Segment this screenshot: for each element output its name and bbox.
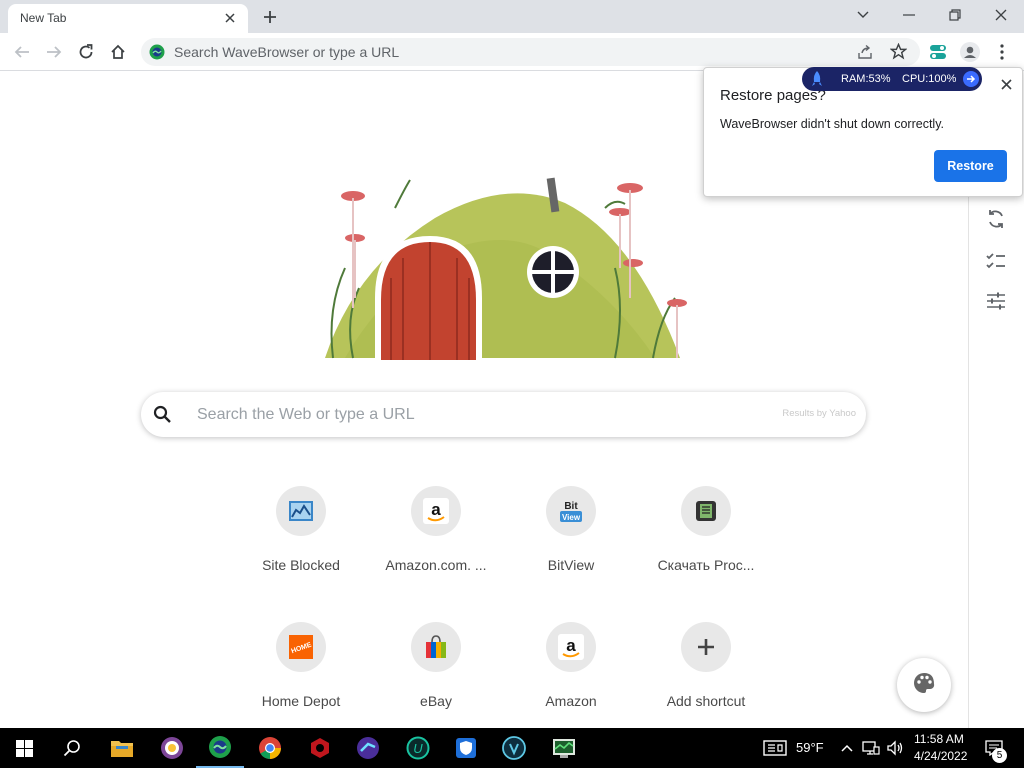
file-explorer-icon[interactable] <box>98 728 146 768</box>
omnibox-placeholder: Search WaveBrowser or type a URL <box>174 44 400 60</box>
tor-browser-icon[interactable] <box>148 728 196 768</box>
process-icon <box>681 486 731 536</box>
profile-avatar[interactable] <box>955 37 985 67</box>
minimize-button[interactable] <box>886 0 932 30</box>
windows-taskbar: U 59°F 11:58 AM 4/24/2022 5 <box>0 728 1024 768</box>
svg-text:View: View <box>562 513 581 522</box>
cpu-usage: CPU:100% <box>902 73 957 85</box>
vpn-shield-icon[interactable] <box>490 728 538 768</box>
tab-strip: New Tab <box>0 0 1024 33</box>
notification-count-badge: 5 <box>992 748 1007 763</box>
search-icon[interactable] <box>153 405 172 429</box>
clock-time[interactable]: 11:58 AM <box>914 732 964 746</box>
amazon-icon: a <box>411 486 461 536</box>
teal-u-app-icon[interactable]: U <box>394 728 442 768</box>
sliders-icon[interactable] <box>985 290 1007 317</box>
red-app-icon[interactable] <box>296 728 344 768</box>
shield-icon[interactable] <box>442 728 490 768</box>
home-depot-icon: HOME <box>276 622 326 672</box>
bookmark-star-icon[interactable] <box>889 42 908 65</box>
chrome-icon[interactable] <box>246 728 294 768</box>
svg-text:U: U <box>413 741 423 756</box>
customize-palette-button[interactable] <box>897 658 951 712</box>
svg-text:a: a <box>566 636 576 655</box>
amazon-icon: a <box>546 622 596 672</box>
dialog-close-icon[interactable] <box>996 74 1016 94</box>
ram-usage: RAM:53% <box>841 73 891 85</box>
shortcut-bitview[interactable]: Bit View BitView <box>511 486 631 596</box>
new-tab-button[interactable] <box>258 5 282 29</box>
wavebrowser-logo-icon <box>149 44 165 65</box>
start-windows-icon[interactable] <box>0 728 48 768</box>
menu-kebab-icon[interactable] <box>987 37 1017 67</box>
dialog-message: WaveBrowser didn't shut down correctly. <box>720 117 944 131</box>
omnibox[interactable]: Search WaveBrowser or type a URL <box>141 38 920 66</box>
back-button[interactable] <box>7 37 37 67</box>
tab-title: New Tab <box>20 11 67 25</box>
wavebrowser-taskbar-icon[interactable] <box>196 728 244 768</box>
sync-icon[interactable] <box>985 208 1007 235</box>
home-button[interactable] <box>103 37 133 67</box>
add-shortcut-button[interactable]: Add shortcut <box>646 622 766 732</box>
reload-button[interactable] <box>71 37 101 67</box>
rocket-icon <box>810 70 824 91</box>
task-manager-icon[interactable] <box>540 728 588 768</box>
share-icon[interactable] <box>857 44 873 65</box>
checklist-icon[interactable] <box>985 250 1007 277</box>
notification-icon[interactable] <box>980 728 1008 768</box>
tab-new-tab[interactable]: New Tab <box>8 4 248 33</box>
shortcut-amazon-com[interactable]: a Amazon.com. ... <box>376 486 496 596</box>
shortcut-amazon[interactable]: a Amazon <box>511 622 631 732</box>
browser-toolbar: Search WaveBrowser or type a URL <box>0 33 1024 71</box>
site-blocked-icon <box>276 486 326 536</box>
ebay-icon <box>411 622 461 672</box>
shortcut-ebay[interactable]: eBay <box>376 622 496 732</box>
plus-icon <box>681 622 731 672</box>
weather-icon[interactable] <box>758 728 792 768</box>
clock-date[interactable]: 4/24/2022 <box>914 749 967 763</box>
restore-window-button[interactable] <box>932 0 978 30</box>
bitview-icon: Bit View <box>546 486 596 536</box>
taskbar-search-icon[interactable] <box>48 728 96 768</box>
svg-text:Bit: Bit <box>564 501 578 512</box>
weather-temperature: 59°F <box>796 740 824 755</box>
arrow-right-icon[interactable] <box>963 71 979 87</box>
svg-text:a: a <box>431 500 441 519</box>
network-icon[interactable] <box>860 728 882 768</box>
hobbit-house-illustration <box>315 148 695 363</box>
shortcut-home-depot[interactable]: HOME Home Depot <box>241 622 361 732</box>
purple-app-icon[interactable] <box>344 728 392 768</box>
tab-close-icon[interactable] <box>220 8 240 28</box>
resource-monitor-pill[interactable]: RAM:53% CPU:100% <box>802 67 982 91</box>
tab-search-button[interactable] <box>840 0 886 30</box>
search-input[interactable] <box>197 392 757 437</box>
chevron-up-icon[interactable] <box>838 728 856 768</box>
web-search-box: Results by Yahoo <box>141 392 866 437</box>
extension-toggle-icon[interactable] <box>923 37 953 67</box>
search-provider-note: Results by Yahoo <box>782 408 856 419</box>
restore-button[interactable]: Restore <box>934 150 1007 182</box>
volume-icon[interactable] <box>884 728 906 768</box>
forward-button[interactable] <box>39 37 69 67</box>
palette-icon <box>913 672 935 699</box>
close-window-button[interactable] <box>978 0 1024 30</box>
shortcut-process[interactable]: Скачать Proc... <box>646 486 766 596</box>
shortcut-site-blocked[interactable]: Site Blocked <box>241 486 361 596</box>
